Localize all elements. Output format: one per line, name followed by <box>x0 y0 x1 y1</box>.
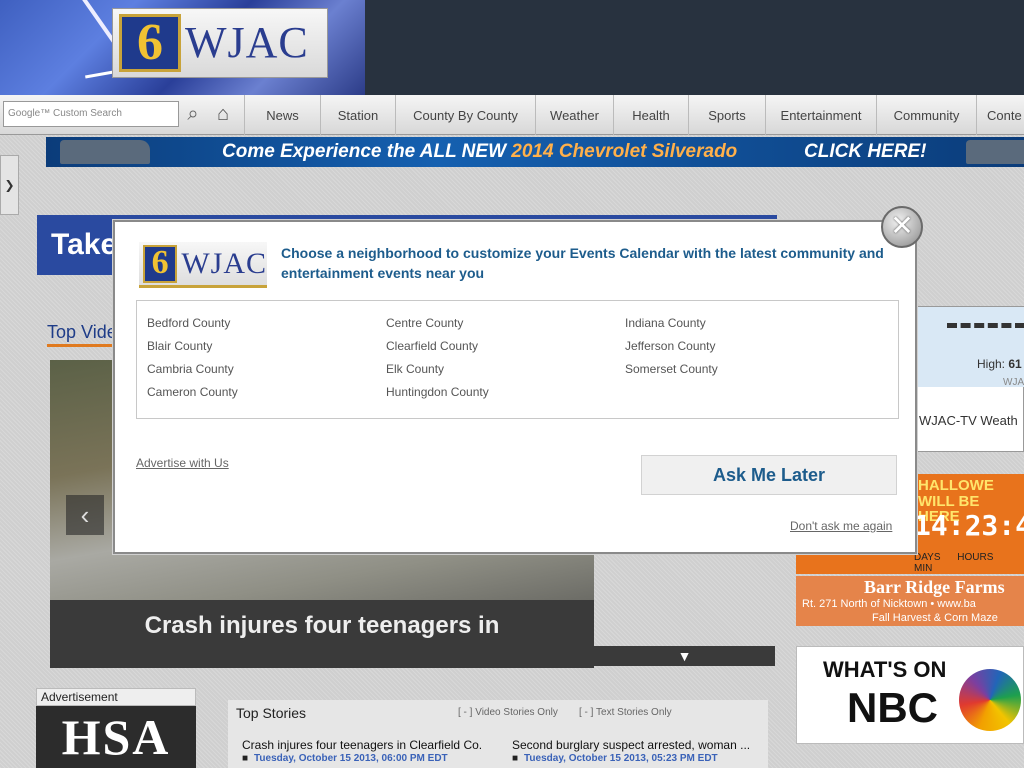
search-icon[interactable]: ⌕ <box>180 101 206 127</box>
barr-address: Rt. 271 North of Nicktown • www.ba <box>802 598 976 610</box>
nav-item-sports[interactable]: Sports <box>688 95 765 135</box>
nbc-peacock-icon <box>959 669 1021 731</box>
barr-ridge-farms-ad[interactable]: Barr Ridge Farms Rt. 271 North of Nickto… <box>796 576 1024 626</box>
modal-logo: 6 WJAC <box>139 242 267 288</box>
chevron-left-icon[interactable]: ‹ <box>66 495 104 535</box>
countdown-timer: 14:23:48 <box>914 509 1024 542</box>
logo-number: 6 <box>119 14 181 72</box>
county-link-indiana[interactable]: Indiana County <box>625 312 718 335</box>
county-link-somerset[interactable]: Somerset County <box>625 358 718 381</box>
county-link-elk[interactable]: Elk County <box>386 358 489 381</box>
nbc-whats-on: WHAT'S ON <box>823 657 947 682</box>
header-background <box>365 0 1024 95</box>
county-link-jefferson[interactable]: Jefferson County <box>625 335 718 358</box>
top-video-heading: Top Vide <box>47 322 117 347</box>
top-stories-panel: Top Stories [ - ] Video Stories Only [ -… <box>228 700 768 768</box>
sidebar-toggle-arrow-icon[interactable]: ❯ <box>0 155 19 215</box>
story-date: Tuesday, October 15 2013, 06:00 PM EDT <box>242 753 504 764</box>
promo-text-lead: Come Experience the ALL NEW <box>222 141 512 162</box>
site-logo[interactable]: 6 WJAC <box>112 8 328 78</box>
county-link-bedford[interactable]: Bedford County <box>147 312 238 335</box>
nav-item-health[interactable]: Health <box>613 95 688 135</box>
barr-title: Barr Ridge Farms <box>864 577 1005 597</box>
nav-item-entertainment[interactable]: Entertainment <box>765 95 876 135</box>
nav-item-county-by-county[interactable]: County By County <box>395 95 535 135</box>
main-navigation: Google™ Custom Search ⌕ ⌂ News Station C… <box>0 95 1024 135</box>
video-caption[interactable]: Crash injures four teenagers in <box>50 600 594 668</box>
top-stories-heading: Top Stories <box>236 705 307 721</box>
halloween-line-1: HALLOWE <box>918 477 994 494</box>
weather-title: WJAC-TV Weath <box>919 413 1018 428</box>
nav-menu: News Station County By County Weather He… <box>244 95 1024 135</box>
county-column: Indiana County Jefferson County Somerset… <box>625 312 718 381</box>
promo-cta: CLICK HERE! <box>804 141 927 162</box>
whats-on-nbc-ad[interactable]: WHAT'S ON NBC <box>796 646 1024 744</box>
story-title: Crash injures four teenagers in Clearfie… <box>242 738 483 752</box>
nav-item-weather[interactable]: Weather <box>535 95 613 135</box>
search-input[interactable]: Google™ Custom Search <box>3 101 179 127</box>
story-title: Second burglary suspect arrested, woman … <box>512 738 751 752</box>
nbc-wordmark: NBC <box>847 684 938 731</box>
chevron-down-icon[interactable]: ▼ <box>594 646 775 666</box>
filter-video-stories[interactable]: [ - ] Video Stories Only <box>458 707 558 718</box>
story-date: Tuesday, October 15 2013, 05:23 PM EDT <box>512 753 774 764</box>
countdown-units: DAYS HOURS MIN <box>914 552 994 574</box>
barr-tagline: Fall Harvest & Corn Maze <box>872 612 998 624</box>
truck-image <box>966 140 1024 164</box>
advertisement-label: Advertisement <box>36 688 196 706</box>
nav-item-news[interactable]: News <box>244 95 320 135</box>
county-column: Centre County Clearfield County Elk Coun… <box>386 312 489 404</box>
weather-map <box>917 307 1024 387</box>
advertise-link[interactable]: Advertise with Us <box>136 456 229 470</box>
county-list: Bedford County Blair County Cambria Coun… <box>136 300 899 419</box>
county-link-cambria[interactable]: Cambria County <box>147 358 238 381</box>
filter-text-stories[interactable]: [ - ] Text Stories Only <box>579 707 672 718</box>
home-icon[interactable]: ⌂ <box>210 101 236 127</box>
weather-map-marker <box>947 323 1024 333</box>
silverado-promo-banner[interactable]: Come Experience the ALL NEW 2014 Chevrol… <box>46 137 1024 167</box>
close-icon[interactable]: ✕ <box>881 206 923 248</box>
modal-headline: Choose a neighborhood to customize your … <box>281 245 884 281</box>
weather-widget[interactable]: High: 61 WJA WJAC-TV Weath <box>916 306 1024 452</box>
weather-source: WJA <box>1003 377 1024 388</box>
advertisement-image[interactable]: HSA <box>36 706 196 768</box>
county-link-centre[interactable]: Centre County <box>386 312 489 335</box>
ask-me-later-button[interactable]: Ask Me Later <box>641 455 897 495</box>
masthead: 6 WJAC <box>0 0 1024 95</box>
weather-high: High: 61 <box>977 357 1022 371</box>
county-column: Bedford County Blair County Cambria Coun… <box>147 312 238 404</box>
story-item[interactable]: Second burglary suspect arrested, woman … <box>512 738 774 764</box>
weather-high-value: 61 <box>1008 357 1022 371</box>
truck-image <box>60 140 150 164</box>
story-item[interactable]: Crash injures four teenagers in Clearfie… <box>242 738 504 764</box>
promo-text-model: 2014 Chevrolet Silverado <box>511 141 738 162</box>
nav-item-community[interactable]: Community <box>876 95 976 135</box>
weather-high-label: High: <box>977 357 1006 371</box>
events-calendar-modal: 6 WJAC Choose a neighborhood to customiz… <box>113 220 917 554</box>
promo-text: Come Experience the ALL NEW 2014 Chevrol… <box>222 137 737 167</box>
county-link-cameron[interactable]: Cameron County <box>147 381 238 404</box>
county-link-blair[interactable]: Blair County <box>147 335 238 358</box>
nav-item-station[interactable]: Station <box>320 95 395 135</box>
logo-text: WJAC <box>185 18 309 67</box>
county-link-clearfield[interactable]: Clearfield County <box>386 335 489 358</box>
dont-ask-again-link[interactable]: Don't ask me again <box>790 519 892 533</box>
logo-text: WJAC <box>181 246 267 280</box>
nav-item-content[interactable]: Conte <box>976 95 1024 135</box>
logo-number: 6 <box>143 244 178 283</box>
county-link-huntingdon[interactable]: Huntingdon County <box>386 381 489 404</box>
